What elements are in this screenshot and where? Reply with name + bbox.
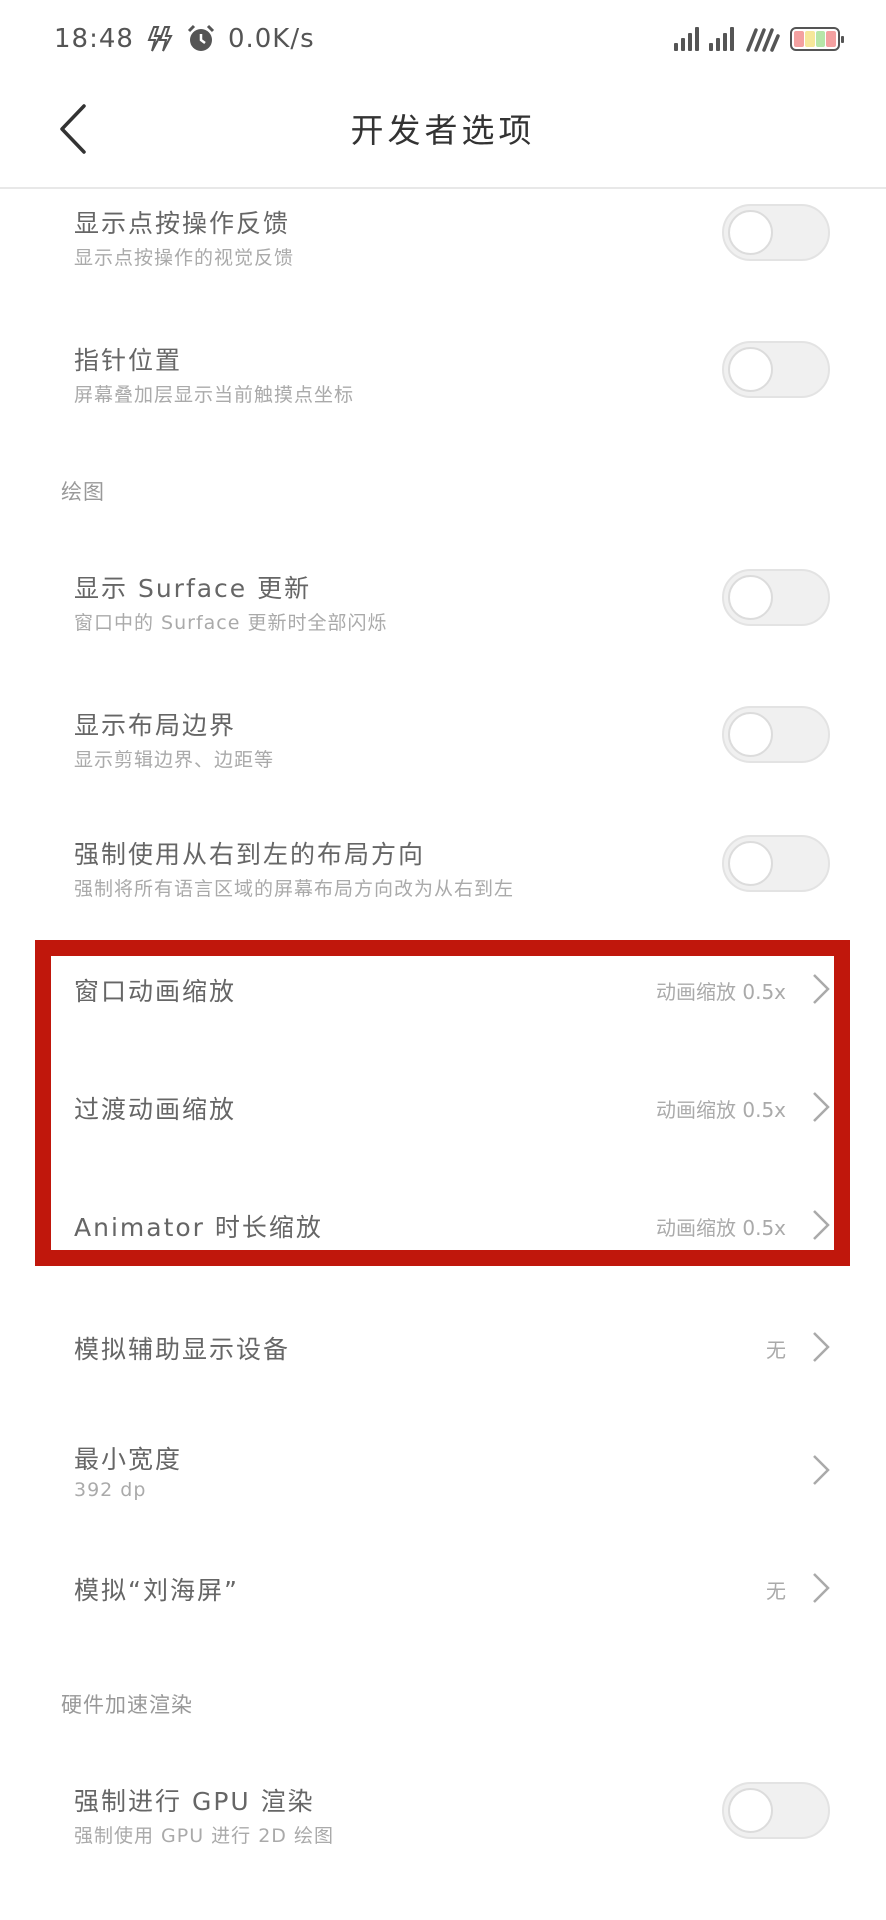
section-header-drawing: 绘图: [61, 480, 105, 504]
row-title: 过渡动画缩放: [74, 1095, 237, 1124]
chevron-right-icon: [813, 1210, 830, 1240]
chevron-right-icon: [813, 974, 830, 1004]
toggle-switch[interactable]: [722, 341, 830, 398]
row-subtitle: 强制将所有语言区域的屏幕布局方向改为从右到左: [74, 878, 515, 900]
alarm-clock-icon: [187, 24, 214, 51]
row-title: 窗口动画缩放: [74, 977, 237, 1006]
row-value: 无: [766, 1579, 786, 1603]
chevron-right-icon: [813, 1092, 830, 1122]
network-speed: 0.0K/s: [227, 24, 315, 54]
row-value: 无: [766, 1338, 786, 1362]
row-subtitle: 强制使用 GPU 进行 2D 绘图: [74, 1825, 334, 1847]
row-value: 动画缩放 0.5x: [656, 980, 786, 1004]
charging-bolt-icon: [147, 26, 173, 52]
row-title: 显示布局边界: [74, 711, 237, 740]
setting-row-simulate-secondary-display[interactable]: 模拟辅助显示设备 无: [0, 1308, 886, 1426]
signal-icon: [674, 27, 699, 51]
row-title: 最小宽度: [74, 1445, 183, 1474]
status-right: [674, 22, 844, 56]
row-subtitle: 显示剪辑边界、边距等: [74, 749, 275, 771]
wifi-icon: [746, 28, 780, 52]
section-header-hardware-rendering: 硬件加速渲染: [61, 1693, 193, 1717]
setting-row-show-layout-bounds[interactable]: 显示布局边界 显示剪辑边界、边距等: [0, 692, 886, 817]
toggle-switch[interactable]: [722, 569, 830, 626]
toggle-knob: [728, 1788, 773, 1833]
row-subtitle: 屏幕叠加层显示当前触摸点坐标: [74, 384, 355, 406]
row-title: 强制使用从右到左的布局方向: [74, 840, 426, 869]
row-title: 显示点按操作反馈: [74, 209, 291, 238]
row-title: 显示 Surface 更新: [74, 574, 312, 603]
toggle-switch[interactable]: [722, 835, 830, 892]
page-title: 开发者选项: [350, 111, 536, 150]
toggle-switch[interactable]: [722, 204, 830, 261]
setting-row-transition-animation-scale[interactable]: 过渡动画缩放 动画缩放 0.5x: [0, 1073, 886, 1191]
setting-row-window-animation-scale[interactable]: 窗口动画缩放 动画缩放 0.5x: [0, 955, 886, 1073]
row-title: 强制进行 GPU 渲染: [74, 1787, 315, 1816]
row-subtitle: 显示点按操作的视觉反馈: [74, 247, 295, 269]
status-time: 18:48: [54, 24, 134, 54]
setting-row-pointer-location[interactable]: 指针位置 屏幕叠加层显示当前触摸点坐标: [0, 327, 886, 452]
setting-row-force-rtl[interactable]: 强制使用从右到左的布局方向 强制将所有语言区域的屏幕布局方向改为从右到左: [0, 821, 886, 946]
toggle-knob: [728, 210, 773, 255]
toggle-switch[interactable]: [722, 706, 830, 763]
setting-row-animator-duration-scale[interactable]: Animator 时长缩放 动画缩放 0.5x: [0, 1191, 886, 1309]
row-subtitle: 392 dp: [74, 1479, 147, 1501]
row-subtitle: 窗口中的 Surface 更新时全部闪烁: [74, 612, 388, 634]
row-title: 模拟辅助显示设备: [74, 1335, 291, 1364]
toggle-knob: [728, 712, 773, 757]
title-bar: 开发者选项: [0, 78, 886, 189]
setting-row-force-gpu-rendering[interactable]: 强制进行 GPU 渲染 强制使用 GPU 进行 2D 绘图: [0, 1768, 886, 1893]
row-value: 动画缩放 0.5x: [656, 1098, 786, 1122]
setting-row-show-taps[interactable]: 显示点按操作反馈 显示点按操作的视觉反馈: [0, 190, 886, 315]
row-value: 动画缩放 0.5x: [656, 1216, 786, 1240]
battery-icon: [790, 27, 844, 51]
chevron-right-icon: [813, 1332, 830, 1362]
toggle-knob: [728, 575, 773, 620]
setting-row-simulate-notch[interactable]: 模拟“刘海屏” 无: [0, 1551, 886, 1669]
row-title: 指针位置: [74, 346, 183, 375]
status-left: 18:48 0.0K/s: [54, 22, 315, 56]
chevron-right-icon: [813, 1573, 830, 1603]
setting-row-smallest-width[interactable]: 最小宽度 392 dp: [0, 1426, 886, 1551]
chevron-right-icon: [813, 1455, 830, 1485]
setting-row-show-surface-updates[interactable]: 显示 Surface 更新 窗口中的 Surface 更新时全部闪烁: [0, 555, 886, 680]
row-title: 模拟“刘海屏”: [74, 1576, 239, 1605]
toggle-switch[interactable]: [722, 1782, 830, 1839]
toggle-knob: [728, 347, 773, 392]
signal-icon: [709, 27, 734, 51]
toggle-knob: [728, 841, 773, 886]
row-title: Animator 时长缩放: [74, 1213, 323, 1242]
status-bar: 18:48 0.0K/s: [0, 0, 886, 78]
